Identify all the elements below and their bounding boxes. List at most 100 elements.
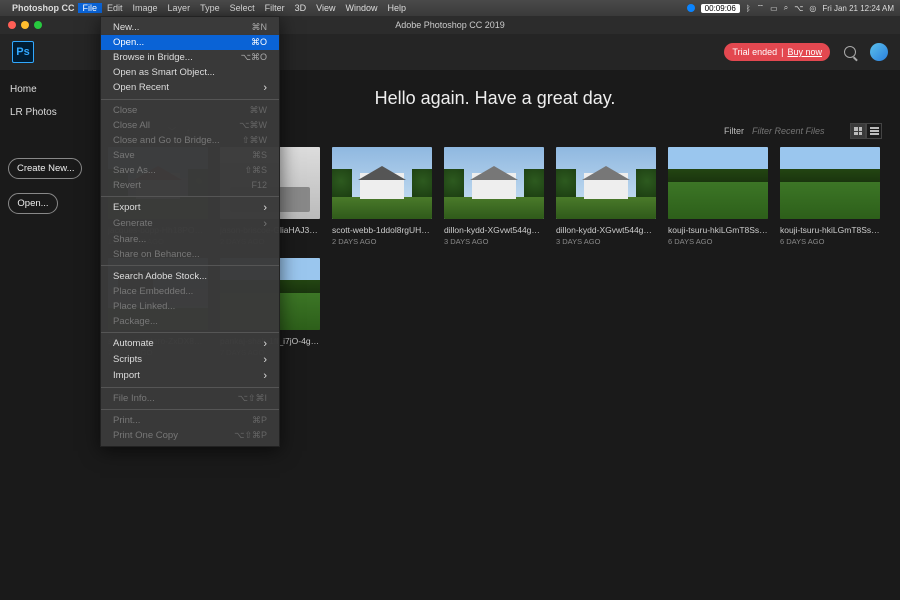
recent-file-age: 6 days ago xyxy=(780,237,880,246)
recent-thumbnail xyxy=(780,147,880,219)
search-icon[interactable] xyxy=(844,46,856,58)
file-menu-item[interactable]: Open...⌘O xyxy=(101,35,279,50)
create-new-button[interactable]: Create New... xyxy=(8,158,82,179)
menubar-item-window[interactable]: Window xyxy=(345,3,377,13)
menu-item-label: Close All xyxy=(113,120,150,131)
menu-item-label: Export xyxy=(113,202,140,214)
recent-file-card[interactable]: dillon-kydd-XGvwt544g8k-...3 days ago xyxy=(556,147,656,246)
file-menu-item[interactable]: Search Adobe Stock... xyxy=(101,269,279,284)
menu-item-label: Print One Copy xyxy=(113,430,178,441)
control-center-icon[interactable]: ⌥ xyxy=(794,4,803,13)
filter-label: Filter xyxy=(724,126,744,136)
menu-separator xyxy=(101,409,279,410)
wifi-icon[interactable]: ⌔ xyxy=(757,3,765,13)
menubar-item-file[interactable]: File xyxy=(78,3,103,13)
submenu-arrow-icon xyxy=(263,338,267,350)
menu-item-label: Open... xyxy=(113,37,144,48)
menu-item-label: Search Adobe Stock... xyxy=(113,271,207,282)
recent-file-age: 6 days ago xyxy=(668,237,768,246)
recent-file-name: dillon-kydd-XGvwt544g8k-... xyxy=(556,225,656,235)
open-button[interactable]: Open... xyxy=(8,193,58,214)
menu-item-label: Generate xyxy=(113,218,153,230)
menu-item-label: Open Recent xyxy=(113,82,169,94)
menu-item-label: File Info... xyxy=(113,393,155,404)
siri-icon[interactable]: ◎ xyxy=(809,4,816,13)
user-avatar[interactable] xyxy=(870,43,888,61)
file-menu-item[interactable]: Automate xyxy=(101,336,279,352)
sidebar-link-lr-photos[interactable]: LR Photos xyxy=(8,103,82,122)
recent-file-card[interactable]: kouji-tsuru-hkiLGmT8Sss-un... 6 days ago xyxy=(668,147,768,246)
close-window-button[interactable] xyxy=(8,21,16,29)
menu-item-label: Place Linked... xyxy=(113,301,175,312)
photoshop-logo[interactable]: Ps xyxy=(12,41,34,63)
submenu-arrow-icon xyxy=(263,82,267,94)
recent-thumbnail xyxy=(668,147,768,219)
file-menu-item: Generate xyxy=(101,216,279,232)
record-icon[interactable] xyxy=(687,4,695,12)
file-menu-item[interactable]: Open Recent xyxy=(101,80,279,96)
file-menu-item: Print...⌘P xyxy=(101,413,279,428)
menu-item-label: Save xyxy=(113,150,135,161)
menubar-item-image[interactable]: Image xyxy=(133,3,158,13)
menubar-item-view[interactable]: View xyxy=(316,3,335,13)
sidebar-link-home[interactable]: Home xyxy=(8,80,82,99)
list-view-toggle[interactable] xyxy=(866,123,882,139)
menu-item-label: Share... xyxy=(113,234,146,245)
recent-file-card[interactable]: scott-webb-1ddol8rgUH8-u... 2 days ago xyxy=(332,147,432,246)
timer-readout: 00:09:06 xyxy=(701,4,740,13)
file-menu-item[interactable]: Browse in Bridge...⌥⌘O xyxy=(101,50,279,65)
file-menu-item: Close and Go to Bridge...⇧⌘W xyxy=(101,133,279,148)
file-menu-item: RevertF12 xyxy=(101,178,279,193)
file-menu-item: Close All⌥⌘W xyxy=(101,118,279,133)
menu-separator xyxy=(101,99,279,100)
recent-file-name: kouji-tsuru-hkiLGmT8Sss-un... xyxy=(780,225,880,235)
zoom-window-button[interactable] xyxy=(34,21,42,29)
grid-view-toggle[interactable] xyxy=(850,123,866,139)
menubar-app-name[interactable]: Photoshop CC xyxy=(12,3,75,13)
recent-file-card[interactable]: kouji-tsuru-hkiLGmT8Sss-un... 6 days ago xyxy=(780,147,880,246)
submenu-arrow-icon xyxy=(263,202,267,214)
recent-file-name: scott-webb-1ddol8rgUH8-u... xyxy=(332,225,432,235)
menu-item-label: Share on Behance... xyxy=(113,249,200,260)
file-menu-item[interactable]: New...⌘N xyxy=(101,20,279,35)
menu-item-label: Print... xyxy=(113,415,140,426)
submenu-arrow-icon xyxy=(263,354,267,366)
menu-item-label: Browse in Bridge... xyxy=(113,52,193,63)
bluetooth-icon[interactable]: ᛒ xyxy=(746,4,751,13)
file-menu-item[interactable]: Scripts xyxy=(101,352,279,368)
menubar-clock[interactable]: Fri Jan 21 12:24 AM xyxy=(822,4,894,13)
file-menu-item[interactable]: Export xyxy=(101,200,279,216)
recent-file-card[interactable]: dillon-kydd-XGvwt544g8k-...3 days ago xyxy=(444,147,544,246)
menubar-item-select[interactable]: Select xyxy=(230,3,255,13)
menu-item-label: Automate xyxy=(113,338,154,350)
file-menu-item: Place Embedded... xyxy=(101,284,279,299)
menu-item-label: Package... xyxy=(113,316,158,327)
buy-now-label: Buy now xyxy=(787,47,822,57)
file-menu-item: Print One Copy⌥⇧⌘P xyxy=(101,428,279,443)
trial-ended-label: Trial ended xyxy=(732,47,777,57)
recent-file-age: 3 days ago xyxy=(444,237,544,246)
file-menu-item: Place Linked... xyxy=(101,299,279,314)
menubar-item-help[interactable]: Help xyxy=(387,3,406,13)
filter-input[interactable] xyxy=(752,126,842,136)
recent-thumbnail xyxy=(332,147,432,219)
battery-icon[interactable]: ▭ xyxy=(770,4,778,13)
menubar-item-edit[interactable]: Edit xyxy=(107,3,123,13)
recent-file-age: 2 days ago xyxy=(332,237,432,246)
file-menu-item[interactable]: Open as Smart Object... xyxy=(101,65,279,80)
trial-buy-button[interactable]: Trial ended | Buy now xyxy=(724,43,830,61)
menu-item-label: New... xyxy=(113,22,139,33)
recent-thumbnail xyxy=(444,147,544,219)
menubar-item-3d[interactable]: 3D xyxy=(295,3,307,13)
menubar-item-layer[interactable]: Layer xyxy=(168,3,191,13)
recent-file-name: kouji-tsuru-hkiLGmT8Sss-un... xyxy=(668,225,768,235)
minimize-window-button[interactable] xyxy=(21,21,29,29)
window-title: Adobe Photoshop CC 2019 xyxy=(395,20,505,30)
menu-item-label: Place Embedded... xyxy=(113,286,193,297)
spotlight-icon[interactable]: ⌕ xyxy=(784,3,788,13)
file-menu-item: Share... xyxy=(101,232,279,247)
menubar-item-filter[interactable]: Filter xyxy=(265,3,285,13)
file-menu-item[interactable]: Import xyxy=(101,368,279,384)
menu-item-label: Close xyxy=(113,105,137,116)
menubar-item-type[interactable]: Type xyxy=(200,3,220,13)
